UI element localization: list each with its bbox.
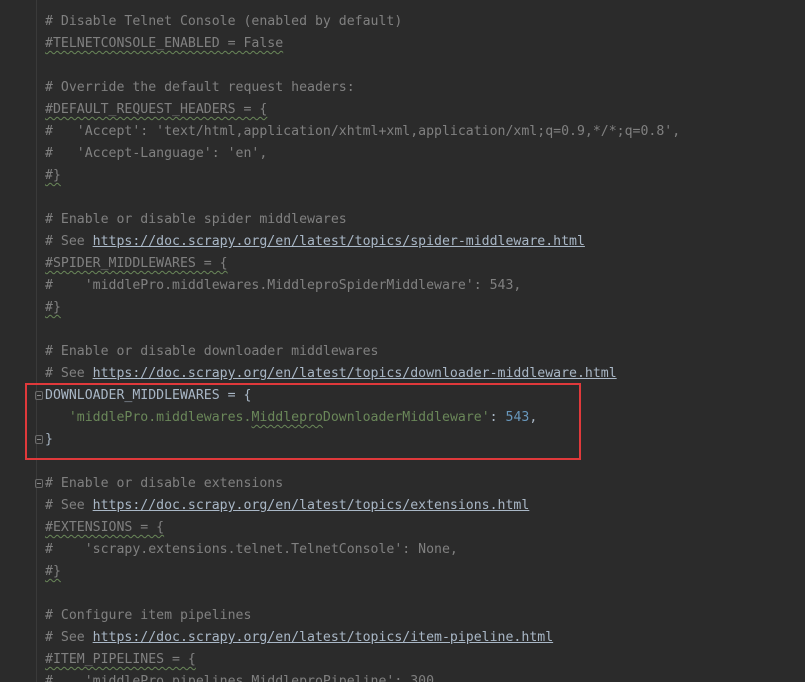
code-link[interactable]: https://doc.scrapy.org/en/latest/topics/…	[93, 234, 585, 249]
code-token: # See	[45, 234, 93, 249]
code-line[interactable]: # See https://doc.scrapy.org/en/latest/t…	[45, 231, 680, 253]
code-token: # See	[45, 366, 93, 381]
code-line[interactable]: #TELNETCONSOLE_ENABLED = False	[45, 33, 680, 55]
gutter-divider	[36, 0, 37, 682]
code-line[interactable]: #}	[45, 165, 680, 187]
code-token: # Override the default request headers:	[45, 80, 355, 95]
code-line[interactable]: #}	[45, 561, 680, 583]
code-line[interactable]: # 'middlePro.middlewares.MiddleproSpider…	[45, 275, 680, 297]
code-token: # Enable or disable downloader middlewar…	[45, 344, 379, 359]
code-editor[interactable]: # Disable Telnet Console (enabled by def…	[0, 0, 805, 682]
code-link[interactable]: https://doc.scrapy.org/en/latest/topics/…	[93, 630, 554, 645]
code-line[interactable]: # Disable Telnet Console (enabled by def…	[45, 11, 680, 33]
code-token: # 'middlePro.pipelines.MiddleproPipeline…	[45, 674, 442, 682]
code-line[interactable]: #SPIDER_MIDDLEWARES = {	[45, 253, 680, 275]
code-line[interactable]: # Enable or disable spider middlewares	[45, 209, 680, 231]
code-line[interactable]: # Enable or disable extensions	[35, 473, 680, 495]
code-token: # 'scrapy.extensions.telnet.TelnetConsol…	[45, 542, 458, 557]
code-link[interactable]: https://doc.scrapy.org/en/latest/topics/…	[93, 366, 617, 381]
code-token: #ITEM_PIPELINES = {	[45, 652, 196, 667]
code-line[interactable]	[45, 583, 680, 605]
code-token: #}	[45, 300, 61, 315]
code-line[interactable]: # See https://doc.scrapy.org/en/latest/t…	[45, 627, 680, 649]
code-token: #TELNETCONSOLE_ENABLED = False	[45, 36, 284, 51]
highlight-annotation-box	[25, 383, 581, 460]
code-token: #SPIDER_MIDDLEWARES = {	[45, 256, 228, 271]
code-line[interactable]: # 'Accept': 'text/html,application/xhtml…	[45, 121, 680, 143]
code-line[interactable]: # 'scrapy.extensions.telnet.TelnetConsol…	[45, 539, 680, 561]
code-token: # 'Accept': 'text/html,application/xhtml…	[45, 124, 681, 139]
code-line[interactable]: #}	[45, 297, 680, 319]
code-token: # Enable or disable extensions	[45, 476, 284, 491]
code-line[interactable]: # See https://doc.scrapy.org/en/latest/t…	[45, 495, 680, 517]
code-line[interactable]: # Enable or disable downloader middlewar…	[45, 341, 680, 363]
code-token: # Configure item pipelines	[45, 608, 252, 623]
code-line[interactable]: #DEFAULT_REQUEST_HEADERS = {	[45, 99, 680, 121]
code-line[interactable]: #EXTENSIONS = {	[45, 517, 680, 539]
code-line[interactable]: # See https://doc.scrapy.org/en/latest/t…	[45, 363, 680, 385]
code-line[interactable]	[45, 319, 680, 341]
code-token: #EXTENSIONS = {	[45, 520, 165, 535]
code-line[interactable]: # Override the default request headers:	[45, 77, 680, 99]
code-line[interactable]: # 'middlePro.pipelines.MiddleproPipeline…	[45, 671, 680, 682]
code-token: # Disable Telnet Console (enabled by def…	[45, 14, 403, 29]
code-line[interactable]: # Configure item pipelines	[45, 605, 680, 627]
code-token: # 'middlePro.middlewares.MiddleproSpider…	[45, 278, 522, 293]
code-link[interactable]: https://doc.scrapy.org/en/latest/topics/…	[93, 498, 530, 513]
code-token: # 'Accept-Language': 'en',	[45, 146, 268, 161]
code-token: #DEFAULT_REQUEST_HEADERS = {	[45, 102, 268, 117]
code-token: #}	[45, 168, 61, 183]
code-token: # See	[45, 630, 93, 645]
code-line[interactable]	[45, 187, 680, 209]
code-area[interactable]: # Disable Telnet Console (enabled by def…	[35, 11, 680, 682]
code-line[interactable]: # 'Accept-Language': 'en',	[45, 143, 680, 165]
code-line[interactable]: #ITEM_PIPELINES = {	[45, 649, 680, 671]
code-token: #}	[45, 564, 61, 579]
fold-marker-icon[interactable]	[35, 479, 43, 488]
code-token: # See	[45, 498, 93, 513]
code-token: # Enable or disable spider middlewares	[45, 212, 347, 227]
code-line[interactable]	[45, 55, 680, 77]
